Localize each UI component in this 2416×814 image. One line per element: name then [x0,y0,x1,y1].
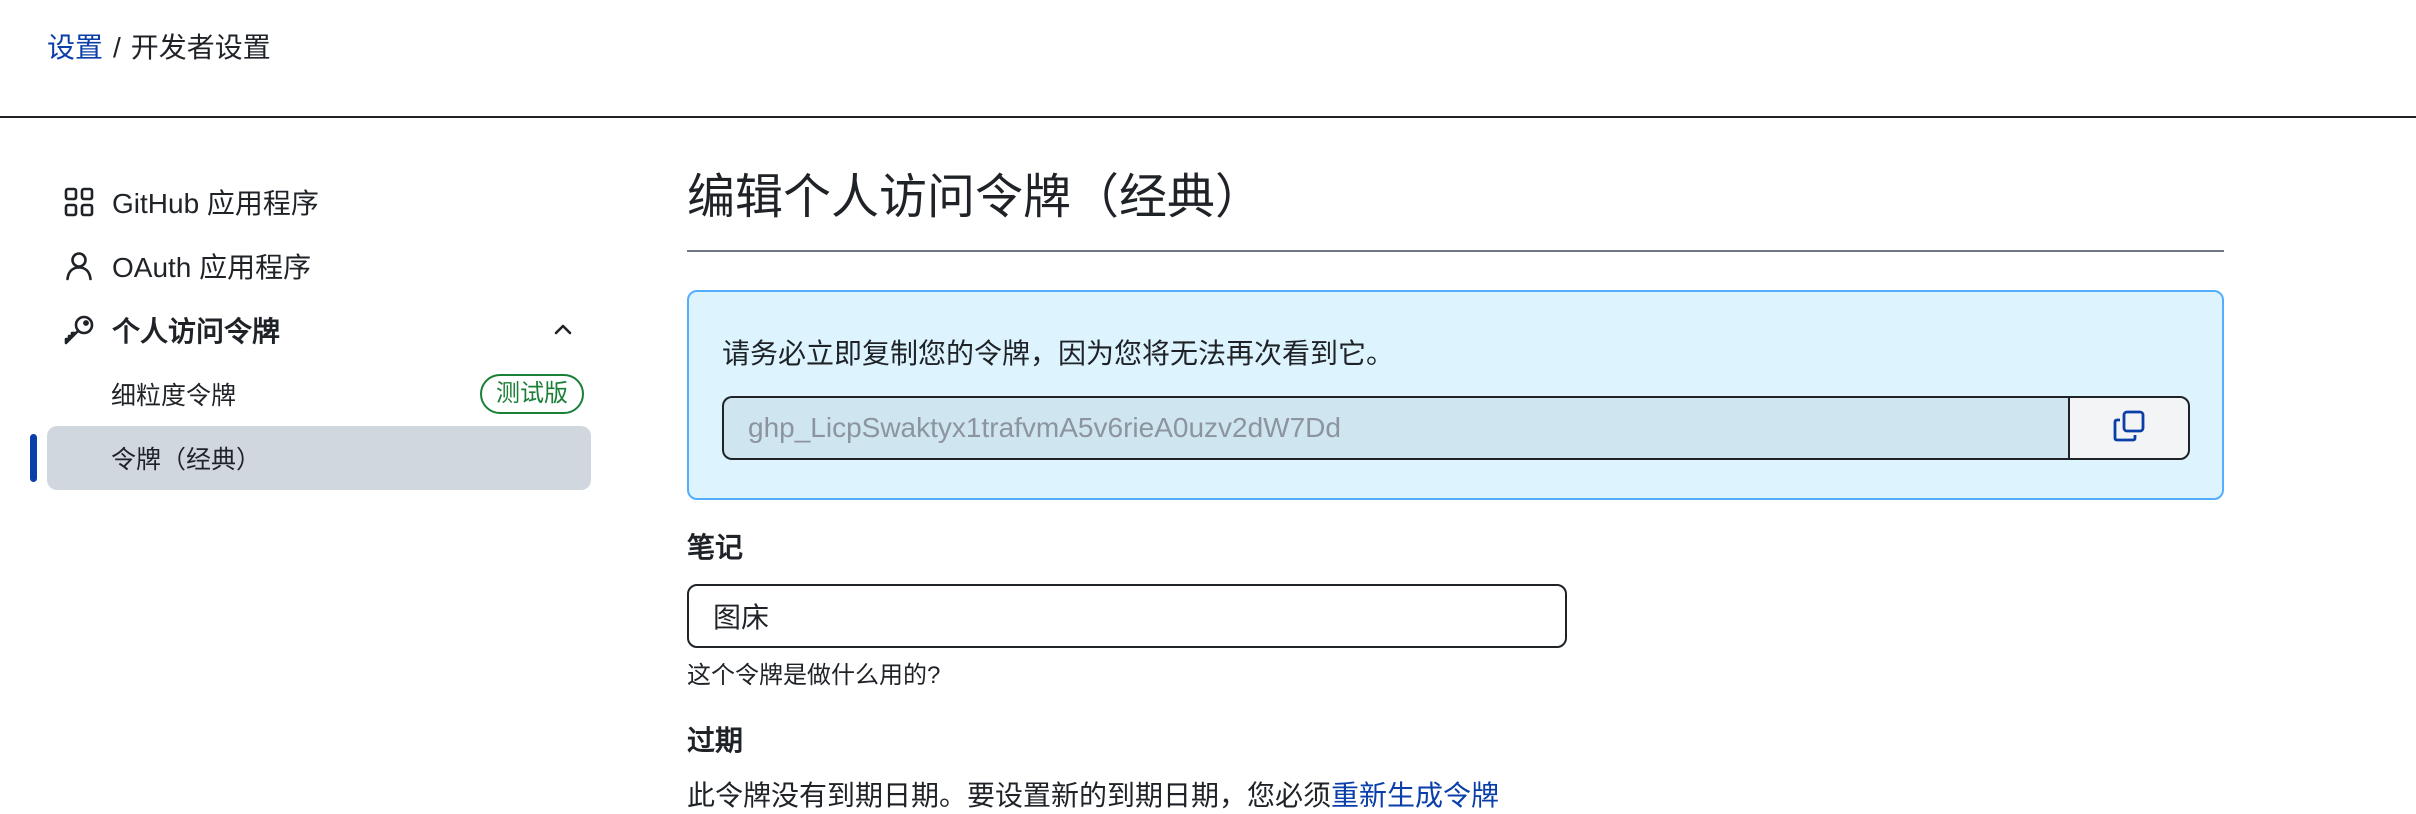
key-icon [62,313,96,347]
copy-icon [2112,409,2146,448]
expiration-text: 此令牌没有到期日期。要设置新的到期日期，您必须重新生成令牌 [687,778,1499,814]
token-copy-row [722,396,2190,460]
breadcrumb-current: 开发者设置 [130,32,271,63]
copy-token-button[interactable] [2068,396,2190,460]
breadcrumb: 设置 / 开发者设置 [47,30,271,66]
person-icon [62,249,96,283]
breadcrumb-settings-link[interactable]: 设置 [47,32,103,63]
regenerate-token-link[interactable]: 重新生成令牌 [1331,780,1499,811]
sidebar-item-label: OAuth 应用程序 [112,252,312,283]
sidebar-item-label: 个人访问令牌 [112,316,281,347]
main-content: 编辑个人访问令牌（经典） 请务必立即复制您的令牌，因为您将无法再次看到它。 笔记… [687,160,2224,811]
token-value-field[interactable] [722,396,2068,460]
sidebar-item-oauth-apps[interactable]: OAuth 应用程序 [30,234,592,298]
expiration-label: 过期 [687,725,744,756]
note-label: 笔记 [687,532,744,563]
sidebar-subitem-classic-tokens[interactable]: 令牌（经典） [47,426,591,490]
note-input[interactable] [687,584,1567,648]
page-header: 设置 / 开发者设置 [0,0,2416,118]
page-title: 编辑个人访问令牌（经典） [687,168,2224,252]
sidebar-subitem-label: 令牌（经典） [111,446,262,474]
chevron-up-icon[interactable] [546,313,580,347]
sidebar-item-personal-access-tokens[interactable]: 个人访问令牌 [30,298,592,362]
sidebar-item-github-apps[interactable]: GitHub 应用程序 [30,170,592,234]
beta-badge: 测试版 [480,374,584,414]
breadcrumb-separator: / [113,32,121,63]
expiration-message: 此令牌没有到期日期。要设置新的到期日期，您必须 [687,780,1332,811]
token-flash-notice: 请务必立即复制您的令牌，因为您将无法再次看到它。 [687,290,2224,500]
sidebar-subitem-label: 细粒度令牌 [111,382,237,410]
sidebar-item-label: GitHub 应用程序 [112,188,319,219]
apps-grid-icon [62,185,96,219]
sidebar: GitHub 应用程序 OAuth 应用程序 个人访问令牌 细粒度令牌 测试版 [30,170,592,490]
flash-message: 请务必立即复制您的令牌，因为您将无法再次看到它。 [722,338,1395,369]
note-hint: 这个令牌是做什么用的? [687,662,941,689]
sidebar-subitem-fine-grained-tokens[interactable]: 细粒度令牌 测试版 [30,362,592,426]
